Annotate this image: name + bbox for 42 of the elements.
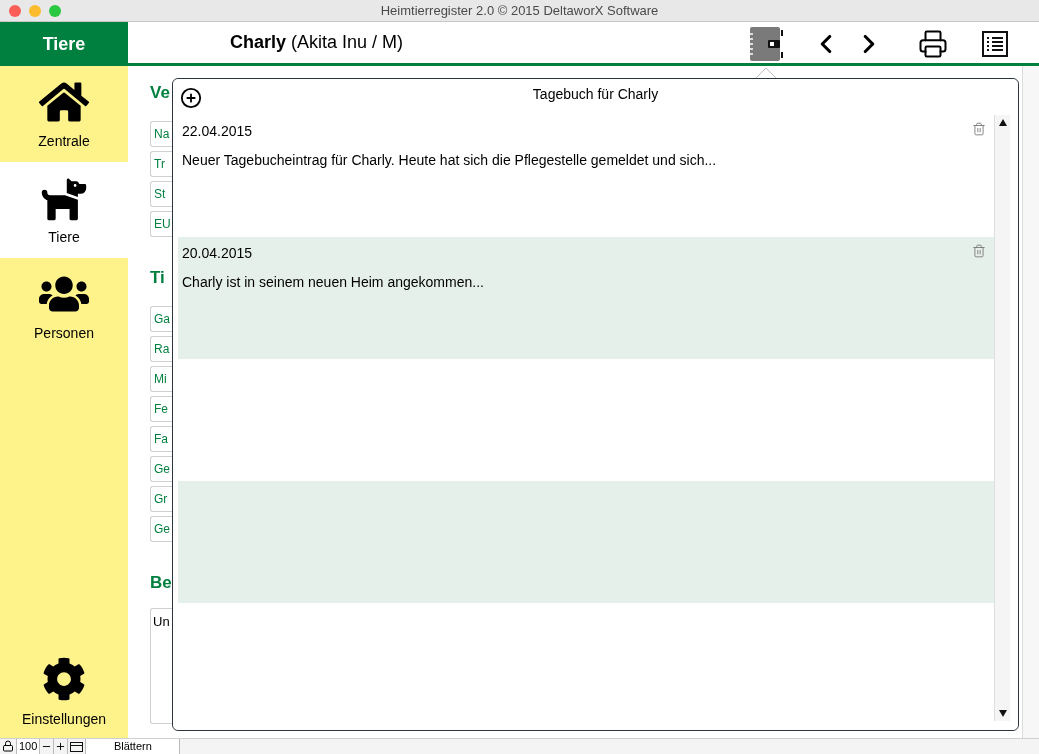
popover-title: Tagebuch für Charly [532,85,659,104]
add-entry-icon[interactable] [180,87,202,109]
form-field[interactable]: Tr [150,151,172,177]
sidebar-item[interactable]: Einstellungen [0,648,128,738]
entry-date: 22.04.2015 [182,122,253,141]
sidebar-header: Tiere [0,22,128,66]
scroll-up-icon[interactable] [998,119,1007,126]
list-icon[interactable] [982,31,1008,57]
trash-icon[interactable] [972,121,986,137]
zoom-level: 100 [16,739,40,754]
form-field[interactable]: St [150,181,172,207]
form-field[interactable]: Ra [150,336,172,362]
form-field[interactable]: Na [150,121,172,147]
form-field[interactable]: EU [150,211,172,237]
form-field[interactable]: Fa [150,426,172,452]
form-field[interactable]: Ge [150,456,172,482]
form-field[interactable]: Ga [150,306,172,332]
lock-icon[interactable] [2,740,14,752]
trash-icon[interactable] [972,243,986,259]
entry-text: Neuer Tagebucheintrag für Charly. Heute hat sich die Pflegestelle gemeldet und sich... [182,151,717,170]
print-icon[interactable] [918,29,948,59]
form-field[interactable]: Gr [150,486,172,512]
scrollbar[interactable] [994,115,1010,721]
panel-icon[interactable] [70,741,84,752]
form-field[interactable]: Mi [150,366,172,392]
mode-field[interactable]: Blättern [85,739,181,754]
section-heading: Ti [150,267,165,287]
diary-row[interactable]: 20.04.2015 Charly ist in seinem neuen Heim angekommen... [178,237,994,359]
window-title: Heimtierregister 2.0 © 2015 DeltaworX Software [380,1,659,20]
entry-text: Charly ist in seinem neuen Heim angekommen... [182,273,484,292]
form-field[interactable]: Ge [150,516,172,542]
scroll-down-icon[interactable] [998,710,1007,717]
gear-icon [42,656,86,701]
form-field[interactable]: Fe [150,396,172,422]
notes-field[interactable]: Un [150,608,172,724]
section-heading: Ve [150,82,170,102]
sidebar-item[interactable]: Tiere [0,162,128,258]
entry-date: 20.04.2015 [182,244,253,263]
animal-title: Charly (Akita Inu / M) [230,31,404,54]
diary-button[interactable] [748,26,784,62]
zoom-in-icon[interactable] [55,741,67,752]
section-heading: Be [150,572,172,592]
